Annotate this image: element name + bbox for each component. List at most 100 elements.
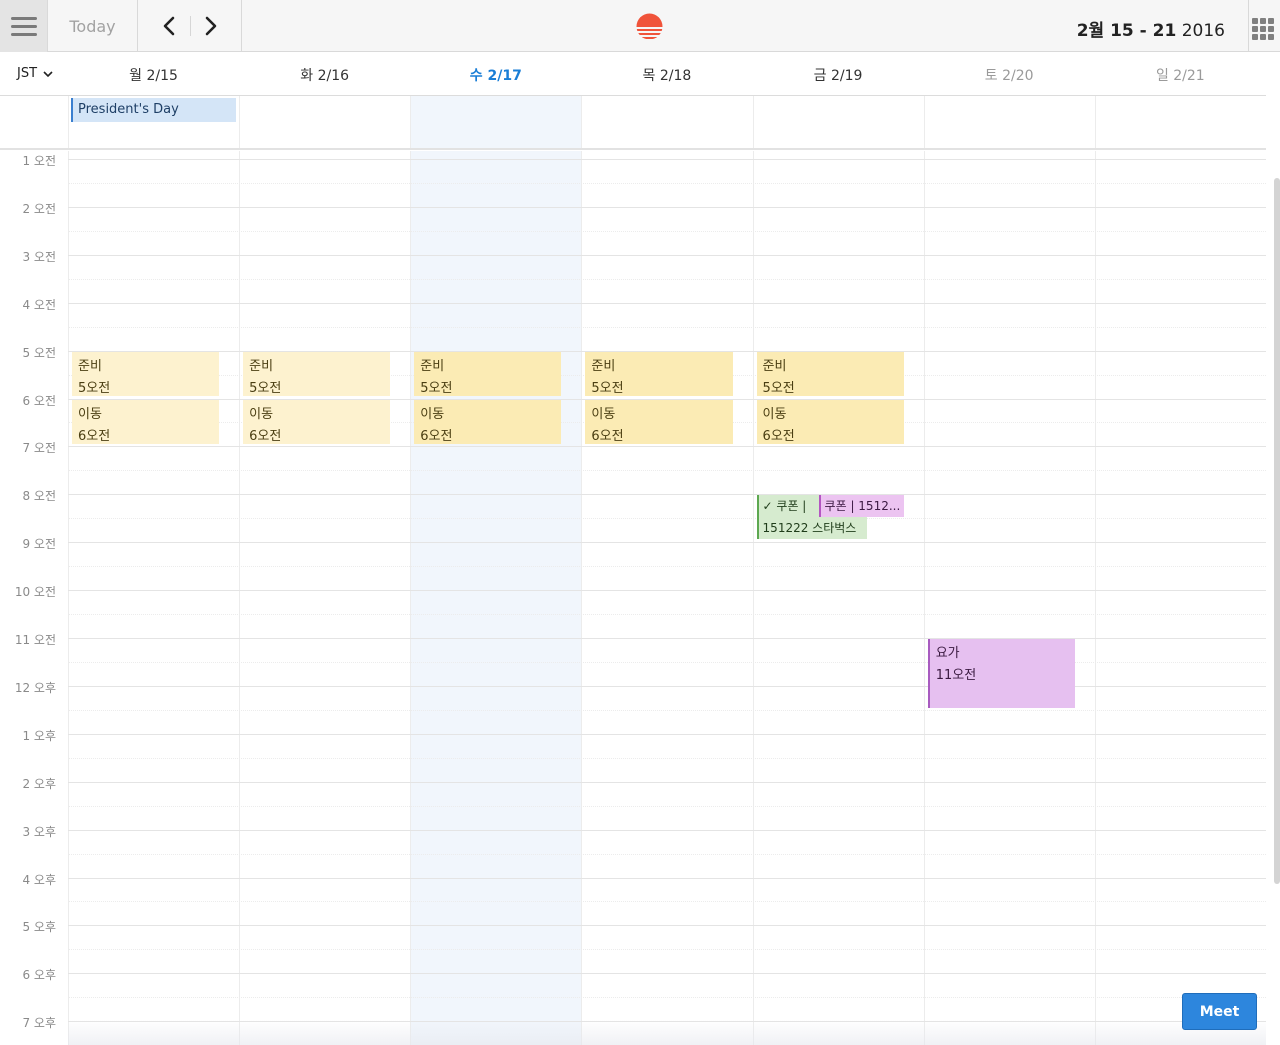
hour-label: 8 오전 <box>22 489 56 504</box>
half-hour-line <box>68 566 1266 568</box>
event-time: 6오전 <box>249 428 282 444</box>
calendar-event[interactable]: 이동 6오전 <box>585 399 733 445</box>
hour-line <box>68 925 1266 927</box>
event-title: 이동 <box>420 406 445 422</box>
day-column[interactable] <box>1094 151 1266 1045</box>
calendar-event[interactable]: 준비 5오전 <box>585 351 733 397</box>
hour-label: 9 오전 <box>22 537 56 552</box>
hour-label: 10 오전 <box>14 585 56 600</box>
hour-label: 1 오전 <box>22 154 56 168</box>
day-header: JST 월 2/15 화 2/16 수 2/17 목 2/18 금 2/19 토 2/20… <box>0 52 1266 96</box>
calendar-event[interactable]: 요가 11오전 <box>927 639 1075 708</box>
day-column[interactable] <box>923 151 1095 1045</box>
week-navigation <box>138 0 242 52</box>
hour-line <box>68 781 1266 783</box>
hour-line <box>68 877 1266 879</box>
event-title: 이동 <box>591 406 616 422</box>
hour-label: 7 오후 <box>22 1016 56 1031</box>
day-column[interactable] <box>752 151 924 1045</box>
hour-line <box>68 829 1266 831</box>
all-day-cell[interactable] <box>923 96 1095 148</box>
all-day-event[interactable]: President's Day <box>71 98 237 122</box>
calendar-event[interactable]: 준비 5오전 <box>414 351 562 397</box>
day-column[interactable] <box>68 151 239 1045</box>
day-header-2[interactable]: 화 2/16 <box>239 65 410 85</box>
date-range-year: 2016 <box>1181 21 1225 41</box>
day-header-5[interactable]: 금 2/19 <box>753 65 924 85</box>
day-header-6[interactable]: 토 2/20 <box>924 65 1095 85</box>
scrollbar[interactable] <box>1274 178 1280 884</box>
hour-label: 12 오후 <box>14 680 56 695</box>
event-title: 준비 <box>420 358 445 374</box>
event-time: 6오전 <box>78 428 111 444</box>
calendar-event[interactable]: 이동 6오전 <box>243 399 391 445</box>
event-time: 5오전 <box>78 380 111 396</box>
hour-label: 7 오전 <box>22 441 56 456</box>
day-column[interactable] <box>410 151 582 1045</box>
event-title: 쿠폰 | 1512... <box>824 499 901 514</box>
event-title: 이동 <box>78 406 102 422</box>
calendar-event-coupon[interactable]: 쿠폰 | 1512... <box>818 495 904 518</box>
time-grid: 1 오전 2 오전 3 오전 4 오전 5 오전 6 오전 7 오전 8 오전 9 오전 10 오… <box>0 151 1266 1045</box>
date-range-month-day: 2월 15 - 21 <box>1076 21 1177 41</box>
all-day-cell[interactable] <box>1094 96 1266 148</box>
event-subtitle: 151222 스타벅스 <box>762 521 857 536</box>
today-button[interactable]: Today <box>48 0 138 52</box>
hour-label: 1 오후 <box>22 728 56 743</box>
event-time: 5오전 <box>762 380 795 396</box>
apps-grid-button[interactable] <box>1248 0 1280 52</box>
day-column[interactable] <box>239 151 410 1045</box>
event-title: 요가 <box>935 646 960 661</box>
all-day-cell[interactable] <box>581 96 752 148</box>
hour-line <box>68 590 1266 592</box>
half-hour-line <box>68 949 1266 951</box>
event-time: 6오전 <box>762 428 795 444</box>
half-hour-line <box>68 709 1266 711</box>
hour-line <box>68 733 1266 735</box>
day-header-1[interactable]: 월 2/15 <box>68 65 239 85</box>
hour-line <box>68 254 1266 256</box>
all-day-cell[interactable] <box>752 96 924 148</box>
toolbar: Today 2월 15 - 21 2016 <box>0 0 1280 52</box>
calendar-event[interactable]: 준비 5오전 <box>72 351 220 397</box>
calendar-app: Today 2월 15 - 21 2016 JST 월 2/15 화 2/16 … <box>0 0 1280 1045</box>
menu-button[interactable] <box>0 0 48 52</box>
calendar-event[interactable]: 이동 6오전 <box>72 399 220 445</box>
calendar-event[interactable]: 준비 5오전 <box>756 351 904 397</box>
half-hour-line <box>68 230 1266 232</box>
event-time: 5오전 <box>591 380 624 396</box>
day-header-3[interactable]: 수 2/17 <box>410 65 581 85</box>
hour-line <box>68 973 1266 975</box>
event-time: 11오전 <box>935 668 977 683</box>
hour-line <box>68 1021 1266 1023</box>
all-day-cell[interactable] <box>239 96 410 148</box>
sunrise-logo-icon <box>636 13 663 39</box>
calendar-event[interactable]: 이동 6오전 <box>756 399 904 445</box>
hour-line <box>68 302 1266 304</box>
calendar-event[interactable]: 이동 6오전 <box>414 399 562 445</box>
chevron-down-icon <box>43 70 53 77</box>
chevron-right-icon[interactable] <box>200 16 220 36</box>
calendar-event[interactable]: 준비 5오전 <box>243 351 391 397</box>
half-hour-line <box>68 805 1266 807</box>
event-title: 준비 <box>762 358 787 374</box>
day-header-7[interactable]: 일 2/21 <box>1095 65 1266 85</box>
hour-line <box>68 494 1266 496</box>
meet-button[interactable]: Meet <box>1182 993 1257 1030</box>
event-title: 준비 <box>249 358 274 374</box>
half-hour-line <box>68 614 1266 616</box>
event-title: 준비 <box>591 358 616 374</box>
timezone-label: JST <box>17 66 38 81</box>
hour-label: 4 오후 <box>22 872 56 887</box>
chevron-left-icon[interactable] <box>160 16 180 36</box>
date-range-title: 2월 15 - 21 2016 <box>1077 16 1225 41</box>
half-hour-line <box>68 661 1266 663</box>
all-day-cell[interactable] <box>410 96 582 148</box>
hour-label: 11 오전 <box>14 633 56 647</box>
hour-label: 4 오전 <box>22 297 56 312</box>
event-title: 이동 <box>762 406 787 422</box>
event-time: 5오전 <box>249 380 282 396</box>
day-header-4[interactable]: 목 2/18 <box>581 65 752 85</box>
timezone-select[interactable]: JST <box>17 66 53 81</box>
day-column[interactable] <box>581 151 752 1045</box>
